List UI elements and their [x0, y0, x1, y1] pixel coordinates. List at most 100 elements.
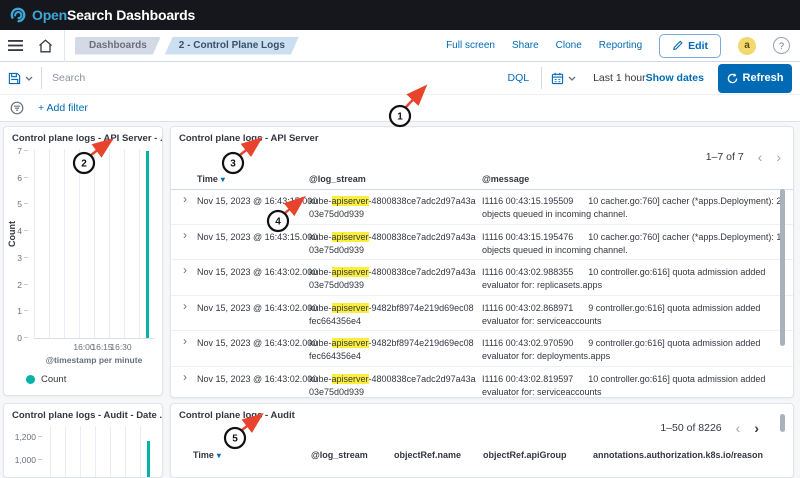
pagination-range: 1–7 of 7: [706, 151, 744, 163]
y-axis-tick: 1: [10, 306, 28, 316]
expand-row-icon[interactable]: ›: [183, 336, 187, 347]
cell-message: I1116 00:43:02.988355 10 controller.go:6…: [482, 266, 784, 292]
y-axis-tick: 2: [10, 280, 28, 290]
vertical-scrollbar[interactable]: [780, 189, 785, 346]
expand-row-icon[interactable]: ›: [183, 372, 187, 383]
cell-time: Nov 15, 2023 @ 16:43:02.000: [197, 266, 317, 279]
y-axis-tick: 7: [10, 146, 28, 156]
y-axis-tick: 1,200: [14, 432, 42, 442]
date-picker-button[interactable]: [542, 72, 585, 85]
cell-log-stream: kube-apiserver-4800838ce7adc2d97a43a03e7…: [309, 195, 476, 221]
column-header-log-stream[interactable]: @log_stream: [309, 174, 366, 184]
y-axis-tick: 3: [10, 253, 28, 263]
sort-desc-icon: ▾: [217, 451, 221, 460]
time-range-value[interactable]: Last 1 hour: [593, 72, 646, 84]
column-header-message[interactable]: @message: [482, 174, 529, 184]
y-axis-tick: 5: [10, 199, 28, 209]
pagination-next-icon[interactable]: ›: [754, 423, 759, 433]
cell-time: Nov 15, 2023 @ 16:43:15.000: [197, 195, 317, 208]
y-axis-tick: 1,000: [14, 455, 42, 465]
user-avatar[interactable]: a: [738, 37, 756, 55]
audit-table-title[interactable]: Control plane logs - Audit: [179, 410, 295, 421]
divider: [64, 30, 65, 62]
column-header-time[interactable]: Time▾: [193, 450, 221, 460]
column-header-annotations-reason[interactable]: annotations.authorization.k8s.io/reason: [593, 450, 763, 460]
table-row[interactable]: ›Nov 15, 2023 @ 16:43:15.000kube-apiserv…: [171, 225, 793, 261]
x-axis-tick: 16:30: [106, 342, 136, 352]
reporting-link[interactable]: Reporting: [599, 40, 642, 51]
pagination-next-icon[interactable]: ›: [776, 152, 781, 162]
save-icon: [8, 72, 21, 85]
show-dates-link[interactable]: Show dates: [646, 72, 704, 84]
cell-message: I1116 00:43:02.819597 10 controller.go:6…: [482, 373, 784, 399]
table-row[interactable]: › Nov 15, 2023 @ 16:43:02.000kube-apiserv…: [171, 260, 793, 296]
expand-row-icon[interactable]: ›: [183, 265, 187, 276]
api-chart-plot[interactable]: [34, 149, 154, 339]
api-chart-title[interactable]: Control plane logs - API Server - ...: [12, 133, 163, 144]
cell-log-stream: kube-apiserver-4800838ce7adc2d97a43a03e7…: [309, 373, 476, 399]
full-screen-link[interactable]: Full screen: [446, 40, 495, 51]
cell-log-stream: kube-apiserver-4800838ce7adc2d97a43a03e7…: [309, 266, 476, 292]
search-input[interactable]: [42, 72, 496, 84]
breadcrumb-dashboards[interactable]: Dashboards: [75, 37, 161, 55]
y-axis-tick: 4: [10, 226, 28, 236]
chevron-down-icon: [25, 76, 33, 81]
column-header-time[interactable]: Time▾: [197, 174, 225, 184]
table-row[interactable]: › Nov 15, 2023 @ 16:43:02.000kube-apiserv…: [171, 367, 793, 399]
breadcrumb: Dashboards 2 - Control Plane Logs: [75, 37, 299, 55]
expand-row-icon[interactable]: ›: [183, 194, 187, 205]
edit-button[interactable]: Edit: [659, 34, 721, 58]
audit-chart-title[interactable]: Control plane logs - Audit - Date ...: [12, 410, 163, 421]
pencil-icon: [672, 40, 683, 51]
pagination-prev-icon[interactable]: ‹: [736, 423, 741, 433]
cell-message: I1116 00:43:15.195509 10 cacher.go:760] …: [482, 195, 784, 221]
pagination-range: 1–50 of 8226: [660, 422, 721, 434]
table-row[interactable]: › Nov 15, 2023 @ 16:43:02.000kube-apiserv…: [171, 331, 793, 367]
menu-hamburger-icon[interactable]: [0, 30, 30, 62]
filter-icon[interactable]: [10, 101, 24, 115]
refresh-icon: [727, 73, 738, 84]
cell-log-stream: kube-apiserver-9482bf8974e219d69ec08fec6…: [309, 337, 476, 363]
clone-link[interactable]: Clone: [556, 40, 582, 51]
nav-bar: Dashboards 2 - Control Plane Logs Full s…: [0, 30, 800, 62]
app-header: OpenSearch Dashboards: [0, 0, 800, 30]
api-table-title[interactable]: Control plane logs - API Server: [179, 133, 319, 144]
add-filter-link[interactable]: + Add filter: [38, 102, 88, 114]
column-header-log-stream[interactable]: @log_stream: [311, 450, 368, 460]
dql-button[interactable]: DQL: [508, 72, 530, 84]
log-stream-highlight: apiserver: [332, 232, 369, 242]
home-icon[interactable]: [30, 30, 60, 62]
opensearch-logo-icon: [10, 7, 26, 23]
cell-log-stream: kube-apiserver-9482bf8974e219d69ec08fec6…: [309, 302, 476, 328]
breadcrumb-current-dashboard: 2 - Control Plane Logs: [165, 37, 299, 55]
column-header-objectref-apigroup[interactable]: objectRef.apiGroup: [483, 450, 567, 460]
vertical-scrollbar[interactable]: [780, 414, 785, 432]
table-row[interactable]: › Nov 15, 2023 @ 16:43:15.000kube-apiserv…: [171, 189, 793, 225]
help-icon[interactable]: ?: [773, 37, 790, 54]
panel-api-server-table: Control plane logs - API Server 1–7 of 7…: [170, 126, 794, 398]
cell-time: Nov 15, 2023 @ 16:43:02.000: [197, 373, 317, 386]
chart-bar[interactable]: [146, 151, 149, 338]
expand-row-icon[interactable]: ›: [183, 301, 187, 312]
x-axis-label: @timestamp per minute: [34, 355, 154, 365]
cell-time: Nov 15, 2023 @ 16:43:02.000: [197, 302, 317, 315]
api-table-rows: ›Nov 15, 2023 @ 16:43:15.000kube-apiserv…: [171, 189, 793, 398]
log-stream-highlight: apiserver: [332, 267, 369, 277]
pagination-prev-icon[interactable]: ‹: [758, 152, 763, 162]
sort-desc-icon: ▾: [221, 175, 225, 184]
expand-row-icon[interactable]: ›: [183, 230, 187, 241]
legend-label[interactable]: Count: [41, 374, 66, 385]
log-stream-highlight: apiserver: [332, 338, 369, 348]
chevron-down-icon: [568, 76, 576, 81]
chart-bar[interactable]: [147, 441, 150, 478]
share-link[interactable]: Share: [512, 40, 539, 51]
refresh-button[interactable]: Refresh: [718, 64, 792, 93]
table-row[interactable]: › Nov 15, 2023 @ 16:43:02.000kube-apiserv…: [171, 296, 793, 332]
panel-audit-chart: Control plane logs - Audit - Date ... 1,…: [3, 403, 163, 478]
column-header-objectref-name[interactable]: objectRef.name: [394, 450, 461, 460]
opensearch-logo[interactable]: OpenSearch Dashboards: [10, 7, 195, 23]
audit-chart-plot[interactable]: [50, 426, 154, 478]
saved-query-menu-button[interactable]: [0, 72, 41, 85]
cell-time: Nov 15, 2023 @ 16:43:02.000: [197, 337, 317, 350]
brand-title: OpenSearch Dashboards: [32, 7, 195, 23]
